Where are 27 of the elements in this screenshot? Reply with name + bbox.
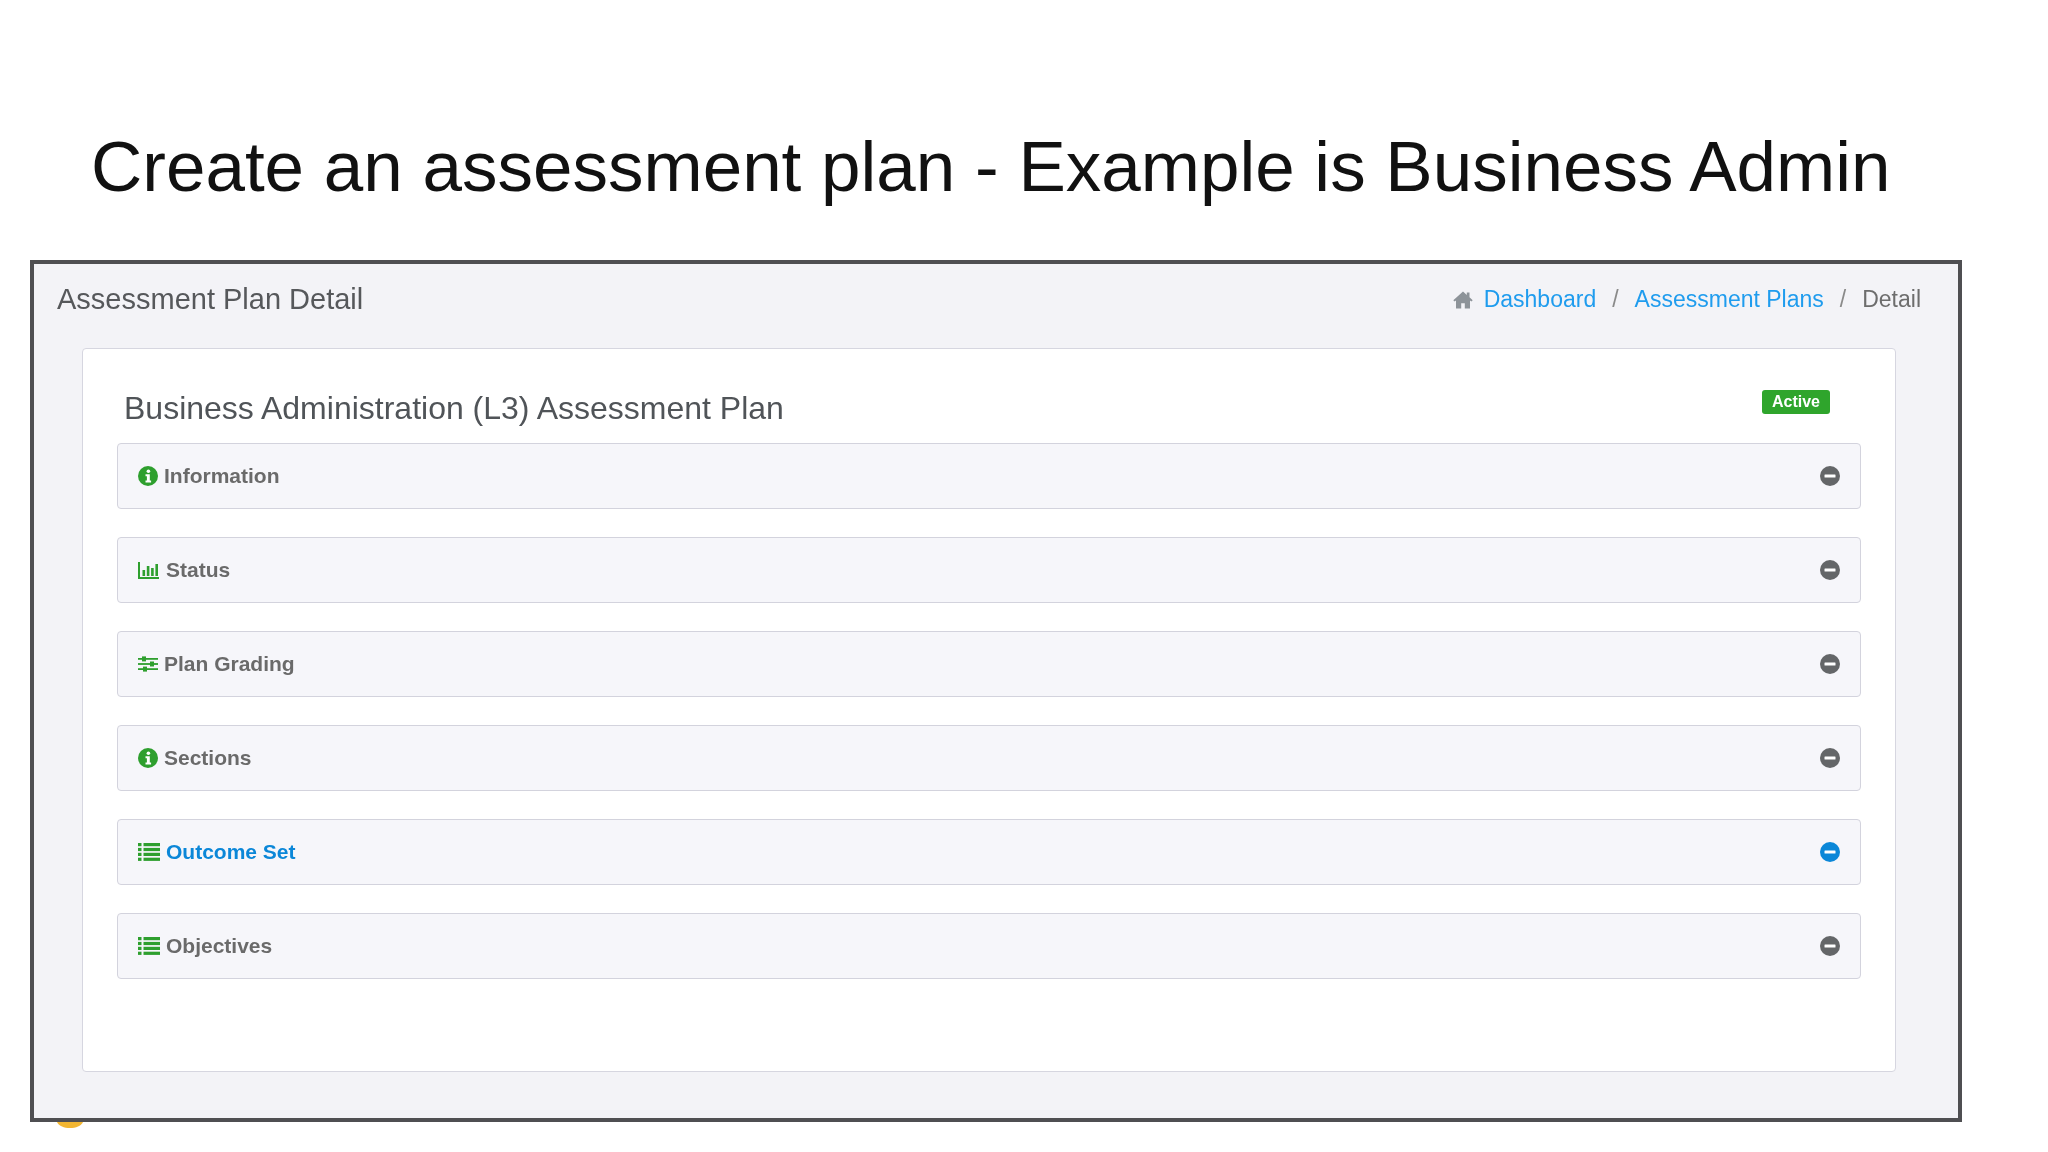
panel-title: Sections: [164, 745, 252, 772]
sliders-icon: [138, 656, 158, 672]
panel-title: Status: [166, 557, 231, 584]
list-icon: [138, 843, 160, 861]
breadcrumb-separator: /: [1611, 286, 1620, 313]
list-icon: [138, 937, 160, 955]
collapse-minus-icon[interactable]: [1820, 466, 1840, 486]
plan-title: Business Administration (L3) Assessment Plan: [124, 389, 784, 427]
status-badge: Active: [1761, 390, 1830, 414]
collapse-minus-icon[interactable]: [1820, 748, 1840, 768]
collapse-minus-icon[interactable]: [1820, 654, 1840, 674]
breadcrumb-link[interactable]: Dashboard: [1483, 286, 1597, 313]
info-icon: [138, 748, 158, 768]
info-icon: [138, 466, 158, 486]
panel-title: Outcome Set: [166, 839, 296, 866]
page-title: Assessment Plan Detail: [57, 282, 364, 317]
breadcrumb-current: Detail: [1862, 286, 1921, 313]
panel-title: Plan Grading: [164, 651, 295, 678]
collapse-minus-icon[interactable]: [1820, 560, 1840, 580]
bar-chart-icon: [138, 561, 160, 579]
home-icon: [1452, 290, 1473, 309]
collapse-minus-icon[interactable]: [1820, 936, 1840, 956]
panel-title: Information: [164, 463, 280, 490]
breadcrumb-separator: /: [1838, 286, 1848, 313]
collapse-minus-icon[interactable]: [1820, 842, 1840, 862]
breadcrumb-link[interactable]: Assessment Plans: [1634, 286, 1824, 313]
panel-title: Objectives: [166, 933, 273, 960]
